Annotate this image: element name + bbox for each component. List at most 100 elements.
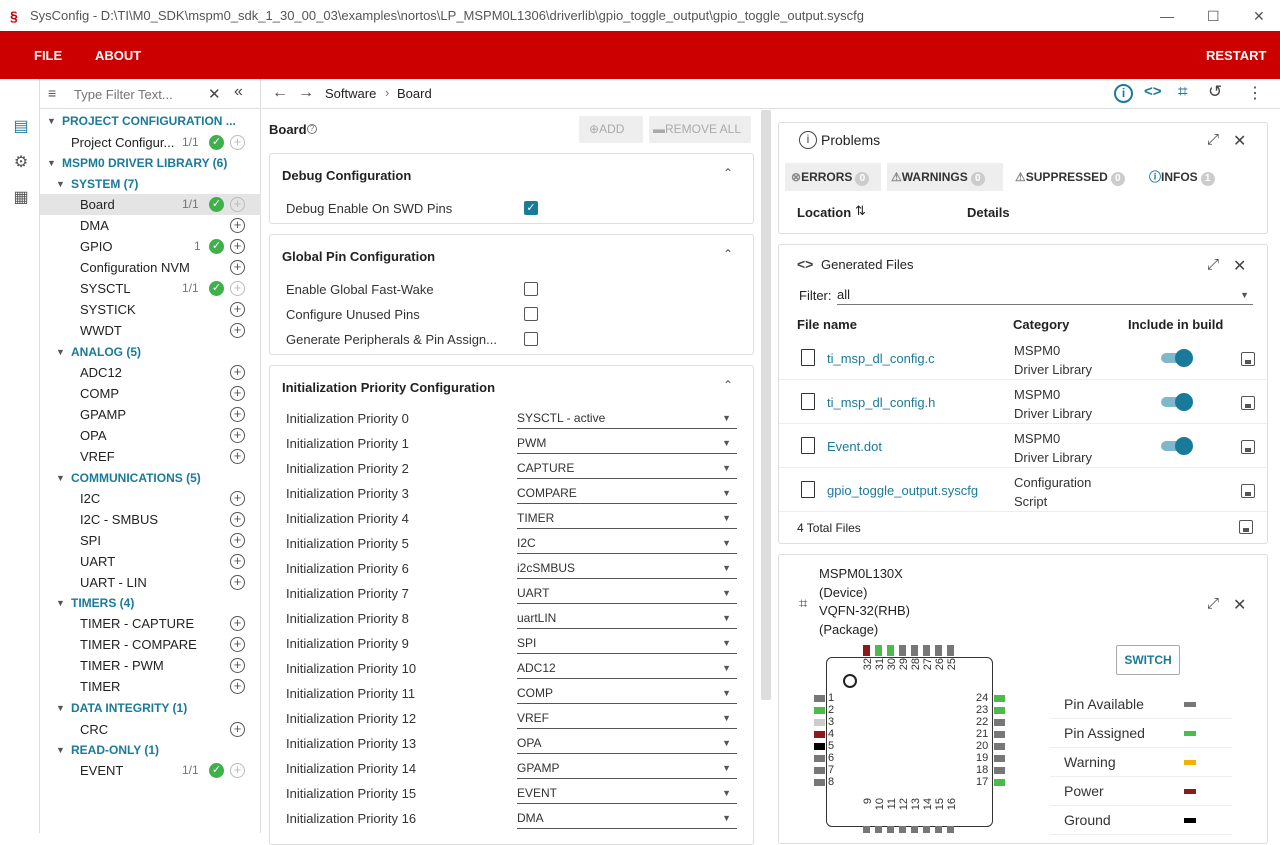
add-icon[interactable]: + (230, 491, 245, 506)
file-link[interactable]: gpio_toggle_output.syscfg (827, 483, 978, 498)
maximize-icon[interactable]: ☐ (1207, 8, 1220, 25)
pin[interactable] (911, 645, 918, 656)
tree-section-integrity[interactable]: ▼ DATA INTEGRITY (1) (40, 698, 261, 719)
pin[interactable] (911, 826, 918, 833)
priority-select[interactable]: OPA ▼ (517, 734, 737, 754)
pin[interactable] (994, 779, 1005, 786)
debug-swd-checkbox[interactable]: ✓ (524, 201, 538, 215)
add-icon[interactable]: + (230, 616, 245, 631)
forward-arrow-icon[interactable]: → (298, 84, 314, 102)
pin[interactable] (814, 779, 825, 786)
add-icon[interactable]: + (230, 658, 245, 673)
pin[interactable] (923, 645, 930, 656)
tree-item-gpamp[interactable]: GPAMP + (40, 404, 261, 425)
tree-item-project-config[interactable]: Project Configur... 1/1 ✓ + (40, 132, 261, 153)
expand-icon[interactable]: ⤢ (1207, 595, 1219, 612)
minimize-icon[interactable]: — (1160, 8, 1174, 24)
unused-pins-checkbox[interactable] (524, 307, 538, 321)
pin[interactable] (899, 645, 906, 656)
history-icon[interactable]: ↺ (1208, 82, 1222, 102)
sort-icon[interactable]: ⇅ (855, 203, 866, 219)
breadcrumb-software[interactable]: Software (325, 86, 376, 101)
tree-item-uart-lin[interactable]: UART - LIN + (40, 572, 261, 593)
save-icon[interactable] (1241, 396, 1255, 410)
pin[interactable] (994, 767, 1005, 774)
remove-all-button[interactable]: ▬REMOVE ALL (649, 116, 751, 143)
priority-select[interactable]: I2C ▼ (517, 534, 737, 554)
close-icon[interactable]: ✕ (1233, 595, 1246, 615)
add-icon[interactable]: + (230, 407, 245, 422)
priority-select[interactable]: i2cSMBUS ▼ (517, 559, 737, 579)
file-link[interactable]: ti_msp_dl_config.c (827, 351, 935, 366)
tree-item-event[interactable]: EVENT 1/1 ✓ + (40, 760, 261, 781)
priority-select[interactable]: GPAMP ▼ (517, 759, 737, 779)
back-arrow-icon[interactable]: ← (272, 84, 288, 102)
priority-select[interactable]: COMP ▼ (517, 684, 737, 704)
save-icon[interactable] (1241, 440, 1255, 454)
pin[interactable] (814, 719, 825, 726)
add-icon[interactable]: + (230, 637, 245, 652)
priority-select[interactable]: CAPTURE ▼ (517, 459, 737, 479)
more-vert-icon[interactable]: ⋮ (1247, 83, 1263, 103)
pin[interactable] (994, 743, 1005, 750)
priority-select[interactable]: UART ▼ (517, 584, 737, 604)
priority-select[interactable]: EVENT ▼ (517, 784, 737, 804)
breadcrumb-board[interactable]: Board (397, 86, 432, 101)
save-icon[interactable] (1241, 484, 1255, 498)
pin[interactable] (994, 755, 1005, 762)
help-icon[interactable]: ? (307, 124, 317, 134)
tree-section-driver-lib[interactable]: ▼ MSPM0 DRIVER LIBRARY (6) (40, 153, 261, 174)
add-icon[interactable]: + (230, 218, 245, 233)
tree-item-crc[interactable]: CRC + (40, 719, 261, 740)
restart-button[interactable]: RESTART (1206, 48, 1266, 63)
tree-section-comms[interactable]: ▼ COMMUNICATIONS (5) (40, 468, 261, 489)
add-button[interactable]: ⊕ADD (579, 116, 643, 143)
tree-section-system[interactable]: ▼ SYSTEM (7) (40, 174, 261, 195)
add-icon[interactable]: + (230, 323, 245, 338)
expand-icon[interactable]: ⤢ (1207, 131, 1219, 148)
tree-item-opa[interactable]: OPA + (40, 425, 261, 446)
add-icon[interactable]: + (230, 763, 245, 778)
include-toggle[interactable] (1161, 437, 1193, 455)
tree-item-i2c-smbus[interactable]: I2C - SMBUS + (40, 509, 261, 530)
add-icon[interactable]: + (230, 281, 245, 296)
priority-select[interactable]: SYSCTL - active ▼ (517, 409, 737, 429)
priority-select[interactable]: SPI ▼ (517, 634, 737, 654)
add-icon[interactable]: + (230, 428, 245, 443)
close-icon[interactable]: ✕ (1233, 256, 1246, 276)
pin[interactable] (887, 826, 894, 833)
infos-filter[interactable]: ⓘINFOS 1 (1147, 163, 1227, 191)
pin[interactable] (814, 755, 825, 762)
chevron-up-icon[interactable]: ⌃ (723, 247, 733, 261)
tree-item-uart[interactable]: UART + (40, 551, 261, 572)
tree-item-dma[interactable]: DMA + (40, 215, 261, 236)
pin[interactable] (875, 826, 882, 833)
add-icon[interactable]: + (230, 679, 245, 694)
pin[interactable] (814, 707, 825, 714)
pin[interactable] (875, 645, 882, 656)
tree-item-timer[interactable]: TIMER + (40, 676, 261, 697)
add-icon[interactable]: + (230, 365, 245, 380)
tree-item-timer-compare[interactable]: TIMER - COMPARE + (40, 634, 261, 655)
tree-item-config-nvm[interactable]: Configuration NVM + (40, 257, 261, 278)
pin[interactable] (814, 695, 825, 702)
pin[interactable] (947, 645, 954, 656)
location-header[interactable]: Location (797, 205, 851, 220)
info-icon[interactable]: i (1114, 84, 1133, 103)
priority-select[interactable]: PWM ▼ (517, 434, 737, 454)
priority-select[interactable]: uartLIN ▼ (517, 609, 737, 629)
pin[interactable] (814, 731, 825, 738)
priority-select[interactable]: DMA ▼ (517, 809, 737, 829)
tree-item-gpio[interactable]: GPIO 1 ✓ + (40, 236, 261, 257)
switch-button[interactable]: SWITCH (1116, 645, 1180, 675)
suppressed-filter[interactable]: ⚠SUPPRESSED 0 (1011, 163, 1137, 191)
add-icon[interactable]: + (230, 135, 245, 150)
table-view-icon[interactable]: ▦ (12, 189, 30, 207)
include-toggle[interactable] (1161, 393, 1193, 411)
priority-select[interactable]: ADC12 ▼ (517, 659, 737, 679)
tree-section-readonly[interactable]: ▼ READ-ONLY (1) (40, 740, 261, 761)
pin[interactable] (863, 645, 870, 656)
pin[interactable] (887, 645, 894, 656)
tree-item-board[interactable]: Board 1/1 ✓ + (40, 194, 261, 215)
include-toggle[interactable] (1161, 349, 1193, 367)
